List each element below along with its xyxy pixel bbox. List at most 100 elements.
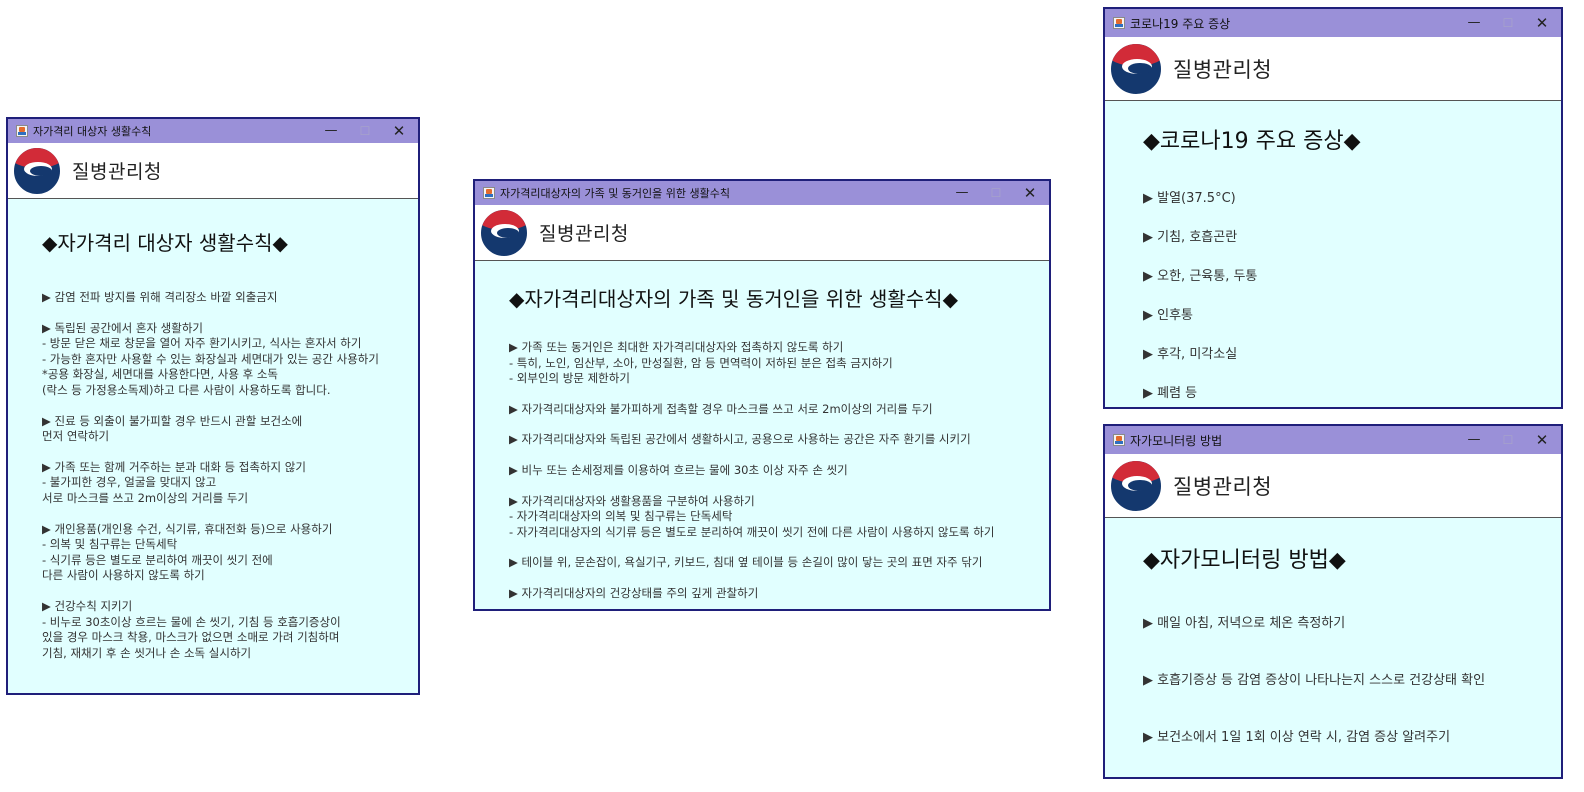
list-item: ▶ 폐렴 등 (1143, 386, 1198, 401)
rules-list: ▶ 감염 전파 방지를 위해 격리장소 바깥 외출금지 ▶ 독립된 공간에서 혼자… (42, 290, 418, 661)
rule-line: 다른 사람이 사용하지 않도록 하기 (42, 568, 205, 583)
window-quarantine-rules: 자가격리 대상자 생활수칙 — ☐ ✕ 질병관리청 ◆자가격리 대상자 생활수칙… (6, 117, 420, 695)
window-self-monitoring: 자가모니터링 방법 — ☐ ✕ 질병관리청 ◆자가모니터링 방법◆ ▶ 매일 아… (1103, 424, 1563, 779)
rule-line: ▶ 독립된 공간에서 혼자 생활하기 (42, 320, 204, 335)
rule-line: - 자가격리대상자의 의복 및 침구류는 단독세탁 (509, 509, 733, 524)
rule-line: ▶ 가족 또는 동거인은 최대한 자가격리대상자와 접촉하지 않도록 하기 (509, 340, 844, 354)
minimize-button[interactable]: — (1457, 9, 1491, 37)
rule-line: 기침, 재채기 후 손 씻거나 손 소독 실시하기 (42, 645, 252, 660)
java-app-icon (1113, 434, 1125, 446)
page-heading: ◆코로나19 주요 증상◆ (1143, 129, 1361, 154)
org-name: 질병관리청 (539, 223, 629, 245)
list-item: ▶ 인후통 (1143, 308, 1194, 323)
org-name: 질병관리청 (1173, 57, 1273, 82)
content-area: ◆코로나19 주요 증상◆ ▶ 발열(37.5°C) ▶ 기침, 호흡곤란 ▶ 오한… (1105, 101, 1561, 401)
list-item: ▶ 호흡기증상 등 감염 증상이 나타나는지 스스로 건강상태 확인 (1143, 673, 1486, 688)
rule-line: - 비누로 30초이상 흐르는 물에 손 씻기, 기침 등 호흡기증상이 (42, 614, 341, 629)
rule-line: 있을 경우 마스크 착용, 마스크가 없으면 소매로 가려 기침하며 (42, 630, 340, 645)
list-item: ▶ 기침, 호흡곤란 (1143, 230, 1238, 245)
rule-line: - 외부인의 방문 제한하기 (509, 371, 630, 386)
page-heading: ◆자가격리 대상자 생활수칙◆ (42, 231, 288, 255)
maximize-button[interactable]: ☐ (979, 181, 1013, 205)
rule-line: ▶ 개인용품(개인용 수건, 식기류, 휴대전화 등)으로 사용하기 (42, 521, 333, 536)
page-heading: ◆자가격리대상자의 가족 및 동거인을 위한 생활수칙◆ (509, 287, 958, 311)
rule-line: - 특히, 노인, 임산부, 소아, 만성질환, 암 등 면역력이 저하된 분은… (509, 355, 893, 370)
close-button[interactable]: ✕ (382, 119, 416, 143)
monitoring-list: ▶ 매일 아침, 저녁으로 체온 측정하기 ▶ 호흡기증상 등 감염 증상이 나타… (1143, 612, 1561, 745)
rule-line: ▶ 가족 또는 함께 거주하는 분과 대화 등 접촉하지 않기 (42, 459, 306, 474)
kdca-logo-icon (1109, 458, 1163, 513)
rule-line: ▶ 진료 등 외출이 불가피할 경우 반드시 관할 보건소에 (42, 413, 303, 428)
rules-list: ▶ 가족 또는 동거인은 최대한 자가격리대상자와 접촉하지 않도록 하기 - 특… (509, 340, 1049, 602)
list-item: ▶ 발열(37.5°C) (1143, 191, 1236, 206)
org-name: 질병관리청 (1173, 474, 1273, 499)
kdca-logo-icon (12, 145, 62, 196)
org-name: 질병관리청 (72, 161, 162, 183)
close-button[interactable]: ✕ (1013, 181, 1047, 205)
java-app-icon (1113, 17, 1125, 29)
java-app-icon (483, 187, 495, 199)
maximize-button[interactable]: ☐ (1491, 9, 1525, 37)
content-area: ◆자가격리대상자의 가족 및 동거인을 위한 생활수칙◆ ▶ 가족 또는 동거인… (475, 261, 1049, 602)
list-item: ▶ 보건소에서 1일 1회 이상 연락 시, 감염 증상 알려주기 (1143, 730, 1451, 745)
org-header: 질병관리청 (475, 205, 1049, 261)
maximize-button[interactable]: ☐ (1491, 426, 1525, 454)
title-bar[interactable]: 자가격리 대상자 생활수칙 — ☐ ✕ (8, 119, 418, 143)
rule-line: ▶ 건강수칙 지키기 (42, 598, 133, 613)
rule-line: 먼저 연락하기 (42, 429, 110, 444)
org-header: 질병관리청 (8, 143, 418, 199)
window-covid-symptoms: 코로나19 주요 증상 — ☐ ✕ 질병관리청 ◆코로나19 주요 증상◆ ▶ … (1103, 7, 1563, 409)
org-header: 질병관리청 (1105, 37, 1561, 101)
java-app-icon (16, 125, 28, 137)
rule-line: ▶ 테이블 위, 문손잡이, 욕실기구, 키보드, 침대 옆 테이블 등 손길이… (509, 555, 983, 570)
title-bar[interactable]: 자가격리대상자의 가족 및 동거인을 위한 생활수칙 — ☐ ✕ (475, 181, 1049, 205)
org-header: 질병관리청 (1105, 454, 1561, 518)
window-family-rules: 자가격리대상자의 가족 및 동거인을 위한 생활수칙 — ☐ ✕ 질병관리청 ◆… (473, 179, 1051, 611)
content-area: ◆자가격리 대상자 생활수칙◆ ▶ 감염 전파 방지를 위해 격리장소 바깥 외… (8, 199, 418, 661)
rule-line: 서로 마스크를 쓰고 2m이상의 거리를 두기 (42, 490, 249, 505)
rule-line: ▶ 자가격리대상자의 건강상태를 주의 깊게 관찰하기 (509, 585, 759, 600)
window-title: 자가격리 대상자 생활수칙 (33, 125, 152, 138)
rule-line: - 방문 닫은 채로 창문을 열어 자주 환기시키고, 식사는 혼자서 하기 (42, 336, 362, 351)
minimize-button[interactable]: — (314, 119, 348, 143)
title-bar[interactable]: 코로나19 주요 증상 — ☐ ✕ (1105, 9, 1561, 37)
close-button[interactable]: ✕ (1525, 426, 1559, 454)
rule-line: - 의복 및 침구류는 단독세탁 (42, 537, 178, 552)
rule-line: ▶ 자가격리대상자와 독립된 공간에서 생활하시고, 공용으로 사용하는 공간은… (509, 432, 971, 447)
rule-line: - 식기류 등은 별도로 분리하여 깨끗이 씻기 전에 (42, 552, 273, 567)
list-item: ▶ 후각, 미각소실 (1143, 347, 1238, 362)
rule-line: *공용 화장실, 세면대를 사용한다면, 사용 후 소독 (42, 367, 279, 382)
close-button[interactable]: ✕ (1525, 9, 1559, 37)
minimize-button[interactable]: — (945, 181, 979, 205)
window-title: 자가격리대상자의 가족 및 동거인을 위한 생활수칙 (500, 187, 731, 200)
rule-line: ▶ 자가격리대상자와 불가피하게 접촉할 경우 마스크를 쓰고 서로 2m이상의… (509, 401, 933, 416)
window-title: 자가모니터링 방법 (1130, 433, 1223, 448)
kdca-logo-icon (479, 207, 529, 258)
list-item: ▶ 오한, 근육통, 두통 (1143, 269, 1258, 284)
title-bar[interactable]: 자가모니터링 방법 — ☐ ✕ (1105, 426, 1561, 454)
rule-line: ▶ 자가격리대상자와 생활용품을 구분하여 사용하기 (509, 493, 755, 508)
kdca-logo-icon (1109, 41, 1163, 96)
minimize-button[interactable]: — (1457, 426, 1491, 454)
rule-line: - 자가격리대상자의 식기류 등은 별도로 분리하여 깨끗이 씻기 전에 다른 … (509, 524, 995, 539)
content-area: ◆자가모니터링 방법◆ ▶ 매일 아침, 저녁으로 체온 측정하기 ▶ 호흡기증상… (1105, 518, 1561, 745)
page-heading: ◆자가모니터링 방법◆ (1143, 548, 1346, 573)
rule-line: - 가능한 혼자만 사용할 수 있는 화장실과 세면대가 있는 공간 사용하기 (42, 351, 379, 366)
symptom-list: ▶ 발열(37.5°C) ▶ 기침, 호흡곤란 ▶ 오한, 근육통, 두통 ▶ 인후통… (1143, 187, 1561, 401)
rule-line: ▶ 비누 또는 손세정제를 이용하여 흐르는 물에 30초 이상 자주 손 씻기 (509, 462, 848, 477)
maximize-button[interactable]: ☐ (348, 119, 382, 143)
window-title: 코로나19 주요 증상 (1130, 16, 1231, 31)
rule-line: ▶ 감염 전파 방지를 위해 격리장소 바깥 외출금지 (42, 290, 278, 304)
rule-line: - 불가피한 경우, 얼굴을 맞대지 않고 (42, 475, 217, 490)
